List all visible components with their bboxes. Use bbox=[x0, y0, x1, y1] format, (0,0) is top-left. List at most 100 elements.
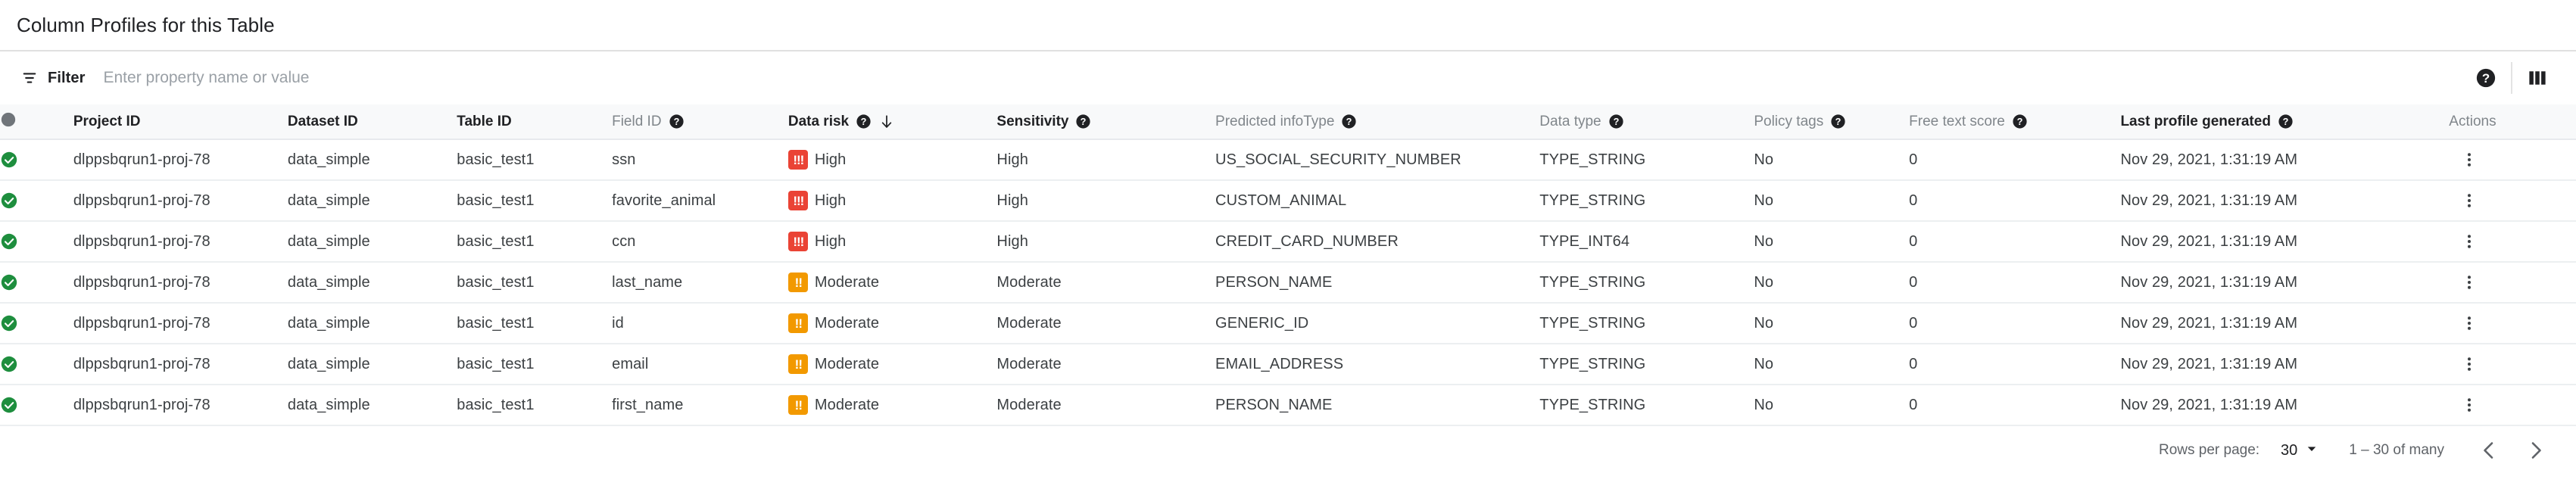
cell-predicted-infotype: GENERIC_ID bbox=[1215, 303, 1540, 344]
column-header-dataset-id-label: Dataset ID bbox=[287, 114, 358, 129]
column-header-table-id[interactable]: Table ID bbox=[457, 104, 613, 140]
cell-project-id: dlppsbqrun1-proj-78 bbox=[73, 221, 288, 263]
svg-text:?: ? bbox=[1835, 117, 1842, 127]
row-status-cell bbox=[0, 221, 73, 263]
more-vert-icon bbox=[2460, 273, 2478, 291]
help-icon[interactable]: ? bbox=[2278, 114, 2294, 129]
cell-predicted-infotype: PERSON_NAME bbox=[1215, 262, 1540, 304]
cell-data-type: TYPE_STRING bbox=[1539, 303, 1754, 344]
row-more-actions-button[interactable] bbox=[2449, 145, 2490, 175]
cell-project-id: dlppsbqrun1-proj-78 bbox=[73, 139, 288, 181]
cell-policy-tags: No bbox=[1754, 262, 1910, 304]
help-icon[interactable]: ? bbox=[2012, 114, 2028, 129]
cell-predicted-infotype: PERSON_NAME bbox=[1215, 385, 1540, 426]
cell-dataset-id: data_simple bbox=[287, 262, 457, 304]
cell-project-id: dlppsbqrun1-proj-78 bbox=[73, 262, 288, 304]
column-header-sensitivity[interactable]: Sensitivity ? bbox=[996, 104, 1216, 140]
help-icon[interactable]: ? bbox=[669, 114, 685, 129]
row-more-actions-button[interactable] bbox=[2449, 390, 2490, 420]
table-row[interactable]: dlppsbqrun1-proj-78 data_simple basic_test… bbox=[0, 262, 2576, 304]
check-circle-icon bbox=[0, 273, 73, 291]
cell-actions bbox=[2449, 344, 2576, 385]
cell-free-text-score: 0 bbox=[1909, 385, 2121, 426]
column-header-data-type[interactable]: Data type ? bbox=[1539, 104, 1754, 140]
filter-label: Filter bbox=[48, 69, 86, 86]
more-vert-icon bbox=[2460, 192, 2478, 210]
risk-label: Moderate bbox=[814, 314, 880, 332]
table-body: dlppsbqrun1-proj-78 data_simple basic_test… bbox=[0, 139, 2576, 426]
table-row[interactable]: dlppsbqrun1-proj-78 data_simple basic_test… bbox=[0, 221, 2576, 263]
cell-policy-tags: No bbox=[1754, 303, 1910, 344]
chevron-left-icon bbox=[2484, 442, 2493, 459]
rows-per-page-select[interactable]: 30 bbox=[2281, 442, 2319, 459]
cell-field-id: last_name bbox=[612, 262, 788, 304]
cell-data-risk: !! Moderate bbox=[787, 385, 997, 426]
row-more-actions-button[interactable] bbox=[2449, 226, 2490, 257]
row-status-cell bbox=[0, 139, 73, 181]
filter-icon bbox=[21, 70, 38, 86]
cell-field-id: ssn bbox=[612, 139, 788, 181]
previous-page-button[interactable] bbox=[2472, 433, 2506, 468]
filter-input[interactable] bbox=[101, 63, 632, 93]
cell-predicted-infotype: US_SOCIAL_SECURITY_NUMBER bbox=[1215, 139, 1540, 181]
column-header-last-profile-generated[interactable]: Last profile generated ? bbox=[2120, 104, 2450, 140]
cell-sensitivity: High bbox=[996, 139, 1216, 181]
column-header-status[interactable] bbox=[0, 104, 73, 140]
column-header-free-text-score[interactable]: Free text score ? bbox=[1909, 104, 2121, 140]
cell-field-id: ccn bbox=[612, 221, 788, 263]
cell-free-text-score: 0 bbox=[1909, 303, 2121, 344]
help-icon[interactable]: ? bbox=[1830, 114, 1846, 129]
column-header-policy-tags[interactable]: Policy tags ? bbox=[1754, 104, 1910, 140]
help-icon[interactable]: ? bbox=[1341, 114, 1357, 129]
table-row[interactable]: dlppsbqrun1-proj-78 data_simple basic_test… bbox=[0, 385, 2576, 426]
row-status-cell bbox=[0, 303, 73, 344]
table-row[interactable]: dlppsbqrun1-proj-78 data_simple basic_test… bbox=[0, 180, 2576, 222]
cell-table-id: basic_test1 bbox=[457, 262, 613, 304]
row-status-cell bbox=[0, 180, 73, 222]
cell-sensitivity: Moderate bbox=[996, 262, 1216, 304]
help-icon[interactable]: ? bbox=[856, 114, 872, 129]
next-page-button[interactable] bbox=[2518, 433, 2553, 468]
sort-arrow-down-icon[interactable] bbox=[878, 114, 895, 130]
risk-badge-icon: !! bbox=[787, 273, 808, 292]
column-header-data-risk-label: Data risk bbox=[787, 114, 850, 129]
row-more-actions-button[interactable] bbox=[2449, 349, 2490, 379]
row-more-actions-button[interactable] bbox=[2449, 308, 2490, 338]
pagination-nav bbox=[2472, 433, 2553, 468]
toolbar-divider bbox=[2511, 62, 2512, 94]
column-header-project-id[interactable]: Project ID bbox=[73, 104, 288, 140]
table-header: Project ID Dataset ID Table ID Field ID bbox=[0, 104, 2576, 140]
toolbar-actions: ? bbox=[2464, 56, 2559, 100]
risk-badge-icon: !! bbox=[787, 313, 808, 333]
column-header-field-id-label: Field ID bbox=[612, 114, 662, 129]
columns-button[interactable] bbox=[2515, 56, 2559, 100]
row-more-actions-button[interactable] bbox=[2449, 185, 2490, 216]
filter-button[interactable]: Filter bbox=[21, 70, 86, 87]
cell-predicted-infotype: CREDIT_CARD_NUMBER bbox=[1215, 221, 1540, 263]
column-header-dataset-id[interactable]: Dataset ID bbox=[287, 104, 457, 140]
cell-data-risk: !! Moderate bbox=[787, 262, 997, 304]
check-circle-icon bbox=[0, 151, 73, 169]
table-row[interactable]: dlppsbqrun1-proj-78 data_simple basic_test… bbox=[0, 139, 2576, 181]
column-profiles-table: Project ID Dataset ID Table ID Field ID bbox=[0, 104, 2576, 426]
filter-toolbar: Filter ? bbox=[0, 51, 2576, 104]
table-row[interactable]: dlppsbqrun1-proj-78 data_simple basic_test… bbox=[0, 344, 2576, 385]
column-header-field-id[interactable]: Field ID ? bbox=[612, 104, 788, 140]
column-header-data-risk[interactable]: Data risk ? bbox=[787, 104, 997, 140]
column-header-predicted-infotype[interactable]: Predicted infoType ? bbox=[1215, 104, 1540, 140]
cell-last-profile-generated: Nov 29, 2021, 1:31:19 AM bbox=[2120, 180, 2450, 222]
svg-text:?: ? bbox=[2283, 117, 2289, 127]
cell-last-profile-generated: Nov 29, 2021, 1:31:19 AM bbox=[2120, 344, 2450, 385]
check-circle-icon bbox=[0, 355, 73, 373]
help-icon[interactable]: ? bbox=[1608, 114, 1624, 129]
cell-free-text-score: 0 bbox=[1909, 139, 2121, 181]
cell-policy-tags: No bbox=[1754, 180, 1910, 222]
help-button[interactable]: ? bbox=[2464, 56, 2508, 100]
row-more-actions-button[interactable] bbox=[2449, 267, 2490, 297]
check-circle-icon bbox=[0, 232, 73, 251]
cell-policy-tags: No bbox=[1754, 221, 1910, 263]
cell-actions bbox=[2449, 385, 2576, 426]
check-circle-icon bbox=[0, 396, 73, 414]
help-icon[interactable]: ? bbox=[1075, 114, 1091, 129]
table-row[interactable]: dlppsbqrun1-proj-78 data_simple basic_test… bbox=[0, 303, 2576, 344]
